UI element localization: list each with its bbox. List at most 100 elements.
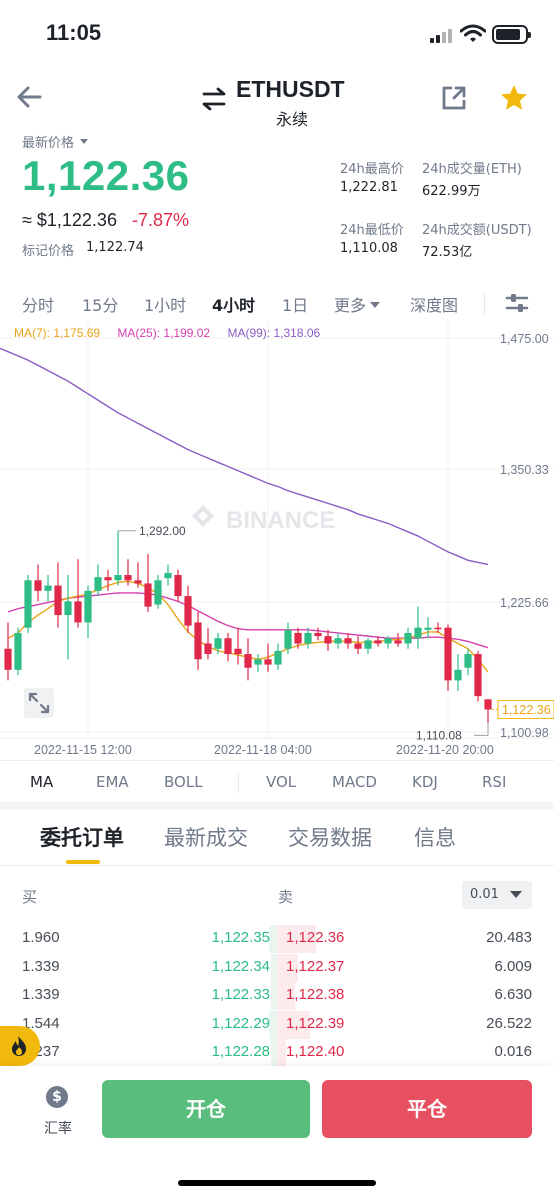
ask-quantity: 6.009 [494, 957, 532, 975]
bid-price[interactable]: 1,122.28 [212, 1043, 270, 1060]
indicator-vol[interactable]: VOL [266, 773, 296, 791]
favorite-star-icon[interactable] [498, 82, 530, 114]
candle-body [44, 585, 52, 591]
x-tick-label: 2022-11-18 04:00 [214, 743, 312, 757]
indicator-boll[interactable]: BOLL [164, 773, 203, 791]
signal-icon [430, 27, 456, 43]
volume-usdt-value: 72.53亿 [422, 245, 473, 260]
exchange-rate-label[interactable]: 汇率 [44, 1118, 72, 1138]
ask-price[interactable]: 1,122.36 [286, 929, 344, 946]
candle-body [334, 638, 342, 644]
last-price-label[interactable]: 最新价格 [22, 132, 89, 151]
contract-type: 永续 [276, 110, 309, 129]
candle-body [164, 572, 172, 579]
indicator-ma[interactable]: MA [30, 773, 53, 791]
candle-body [64, 601, 72, 616]
ask-quantity: 26.522 [486, 1014, 532, 1032]
tab-order-book[interactable]: 委托订单 [40, 822, 124, 852]
order-book-row[interactable]: 1.960 1,122.35 1,122.36 20.483 [0, 925, 554, 953]
tab-info[interactable]: 信息 [414, 822, 456, 852]
candle [424, 617, 432, 639]
active-tab-indicator [66, 860, 100, 864]
candle-body [74, 601, 82, 623]
interval-depth[interactable]: 深度图 [410, 292, 458, 316]
swap-icon[interactable] [200, 86, 228, 112]
back-arrow-icon[interactable] [14, 82, 44, 112]
ask-price[interactable]: 1,122.37 [286, 958, 344, 975]
indicator-rsi[interactable]: RSI [482, 773, 506, 791]
ask-quantity: 6.630 [494, 986, 532, 1003]
candle-body [404, 632, 412, 644]
ask-quantity: 20.483 [486, 929, 532, 946]
candle [194, 611, 202, 670]
interval-1d[interactable]: 1日 [282, 292, 308, 316]
candle [184, 585, 192, 633]
interval-1h[interactable]: 1小时 [144, 292, 186, 316]
candle-body [474, 654, 482, 697]
candle [174, 569, 182, 602]
fire-icon[interactable] [0, 1026, 40, 1066]
close-position-button[interactable]: 平仓 [322, 1080, 532, 1138]
tab-recent-trades[interactable]: 最新成交 [164, 822, 248, 852]
open-position-button[interactable]: 开仓 [102, 1080, 310, 1138]
candle [24, 575, 32, 633]
x-tick-label: 2022-11-20 20:00 [396, 743, 494, 757]
candle-body [84, 590, 92, 623]
interval-timeline[interactable]: 分时 [22, 292, 54, 316]
interval-15m[interactable]: 15分 [82, 292, 118, 316]
low-24h-value: 1,110.08 [340, 241, 398, 256]
mark-price-value: 1,122.74 [86, 240, 144, 255]
candle-body [214, 638, 222, 649]
ask-price[interactable]: 1,122.40 [286, 1043, 344, 1060]
candle-body [384, 638, 392, 644]
y-tick-label: 1,225.66 [500, 596, 549, 610]
y-tick-label: 1,350.33 [500, 463, 549, 477]
symbol-title[interactable]: ETHUSDT [236, 76, 345, 103]
dollar-icon[interactable]: $ [46, 1086, 68, 1108]
candle-body [374, 640, 382, 644]
bid-quantity: 1.339 [22, 957, 60, 975]
candle-body [484, 699, 492, 710]
bid-price[interactable]: 1,122.33 [212, 986, 270, 1003]
last-price: 1,122.36 [22, 152, 190, 199]
candlestick-chart[interactable]: BINANCE 1,292.00 1,110.08 1,475.00 1,350.3… [0, 320, 554, 760]
indicator-bar: MA EMA BOLL VOL MACD KDJ RSI [0, 760, 554, 802]
chevron-down-icon [370, 302, 381, 313]
bid-price[interactable]: 1,122.29 [212, 1015, 270, 1032]
candle [454, 654, 462, 691]
candle-body [4, 648, 12, 670]
candle [354, 636, 362, 655]
bid-price[interactable]: 1,122.35 [212, 929, 270, 946]
candle [74, 559, 82, 628]
bid-price[interactable]: 1,122.34 [212, 958, 270, 975]
chart-settings-icon[interactable] [504, 290, 530, 316]
mark-price-label: 标记价格 [22, 244, 75, 259]
candle-body [14, 632, 22, 670]
share-icon[interactable] [440, 84, 468, 112]
candle-body [274, 650, 282, 665]
tab-trading-data[interactable]: 交易数据 [288, 822, 372, 852]
candle-body [424, 627, 432, 630]
interval-4h[interactable]: 4小时 [212, 292, 255, 316]
high-annotation: 1,292.00 [139, 524, 186, 538]
precision-dropdown[interactable]: 0.01 [462, 881, 532, 909]
indicator-ema[interactable]: EMA [96, 773, 129, 791]
order-book-row[interactable]: 1.339 1,122.33 1,122.38 6.630 [0, 982, 554, 1010]
interval-more[interactable]: 更多 [334, 292, 381, 316]
order-book-row[interactable]: 1.339 1,122.34 1,122.37 6.009 [0, 953, 554, 982]
candle-body [94, 577, 102, 591]
ask-price[interactable]: 1,122.39 [286, 1015, 344, 1032]
ma25-legend: MA(25): 1,199.02 [117, 326, 211, 340]
candle-body [124, 575, 132, 581]
ask-price[interactable]: 1,122.38 [286, 986, 344, 1003]
candle [344, 632, 352, 649]
order-book-row[interactable]: 1.237 1,122.28 1,122.40 0.016 [0, 1039, 554, 1067]
indicator-macd[interactable]: MACD [332, 773, 377, 791]
sell-label: 卖 [278, 888, 294, 906]
candle-body [394, 640, 402, 644]
order-book-row[interactable]: 1.544 1,122.29 1,122.39 26.522 [0, 1010, 554, 1039]
y-tick-label: 1,100.98 [500, 726, 549, 740]
indicator-kdj[interactable]: KDJ [412, 773, 438, 791]
candle [474, 650, 482, 702]
fullscreen-expand-icon[interactable] [24, 688, 54, 718]
